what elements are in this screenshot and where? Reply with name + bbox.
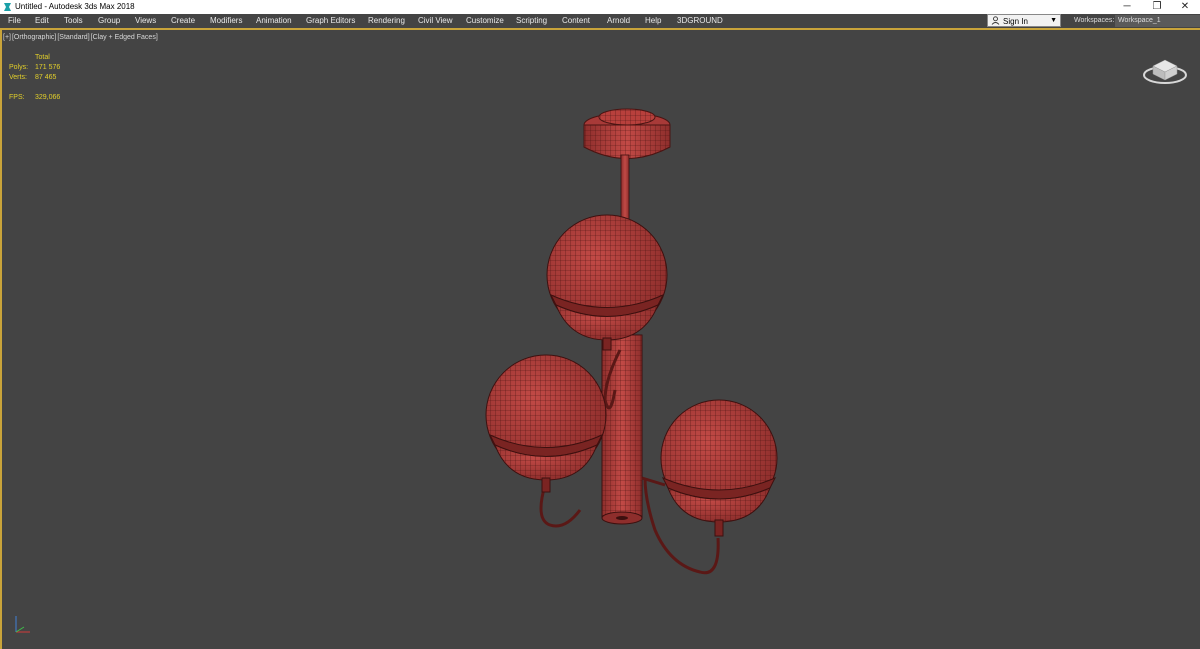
verts-value: 87 465 xyxy=(35,74,57,81)
stats-header: Total xyxy=(35,54,50,61)
workspaces-label: Workspaces: xyxy=(1074,17,1115,24)
menu-civil-view[interactable]: Civil View xyxy=(418,14,453,28)
menu-create[interactable]: Create xyxy=(171,14,195,28)
menu-scripting[interactable]: Scripting xyxy=(516,14,547,28)
menu-tools[interactable]: Tools xyxy=(64,14,83,28)
sign-in-dropdown[interactable]: Sign In ▼ xyxy=(987,14,1061,27)
menu-animation[interactable]: Animation xyxy=(256,14,292,28)
viewport-pov-menu[interactable]: [Orthographic] xyxy=(12,34,56,41)
viewport-quality-menu[interactable]: [Standard] xyxy=(57,34,89,41)
minimize-button[interactable]: ─ xyxy=(1112,0,1142,14)
user-icon xyxy=(991,16,1000,25)
viewcube-icon[interactable] xyxy=(1140,54,1190,86)
menu-modifiers[interactable]: Modifiers xyxy=(210,14,242,28)
menu-group[interactable]: Group xyxy=(98,14,120,28)
restore-button[interactable]: ❐ xyxy=(1142,0,1172,14)
viewport-label-menu: [+][Orthographic][Standard][Clay + Edged… xyxy=(3,33,159,43)
menu-rendering[interactable]: Rendering xyxy=(368,14,405,28)
fps-label: FPS: xyxy=(9,94,25,101)
3dsmax-app-icon xyxy=(4,3,11,11)
menu-3dground[interactable]: 3DGROUND xyxy=(677,14,723,28)
left-globe-shade xyxy=(485,354,607,493)
menu-content[interactable]: Content xyxy=(562,14,590,28)
sign-in-label: Sign In xyxy=(1003,17,1028,26)
fps-value: 329,066 xyxy=(35,94,61,101)
viewport-active-border-left xyxy=(0,28,2,649)
chandelier-model[interactable] xyxy=(470,100,800,580)
top-globe-shade xyxy=(546,214,668,351)
menu-arnold[interactable]: Arnold xyxy=(607,14,630,28)
workspace-select[interactable]: Workspace_1 xyxy=(1115,15,1200,27)
viewport-shading-menu[interactable]: [Clay + Edged Faces] xyxy=(91,34,158,41)
axis-tripod-icon xyxy=(15,616,30,633)
right-globe-shade xyxy=(660,399,778,537)
menu-help[interactable]: Help xyxy=(645,14,661,28)
chevron-down-icon: ▼ xyxy=(1050,17,1057,24)
central-column xyxy=(601,334,643,525)
menu-views[interactable]: Views xyxy=(135,14,156,28)
menu-file[interactable]: File xyxy=(8,14,21,28)
window-title: Untitled - Autodesk 3ds Max 2018 xyxy=(15,2,135,11)
polys-value: 171 576 xyxy=(35,64,61,71)
viewport-general-menu[interactable]: [+] xyxy=(3,34,11,41)
close-button[interactable]: ✕ xyxy=(1170,0,1200,14)
ceiling-canopy xyxy=(583,108,671,159)
polys-label: Polys: xyxy=(9,64,29,71)
menu-customize[interactable]: Customize xyxy=(466,14,504,28)
menu-graph-editors[interactable]: Graph Editors xyxy=(306,14,355,28)
verts-label: Verts: xyxy=(9,74,27,81)
menu-edit[interactable]: Edit xyxy=(35,14,49,28)
title-bar: Untitled - Autodesk 3ds Max 2018 ─ ❐ ✕ xyxy=(0,0,1200,14)
